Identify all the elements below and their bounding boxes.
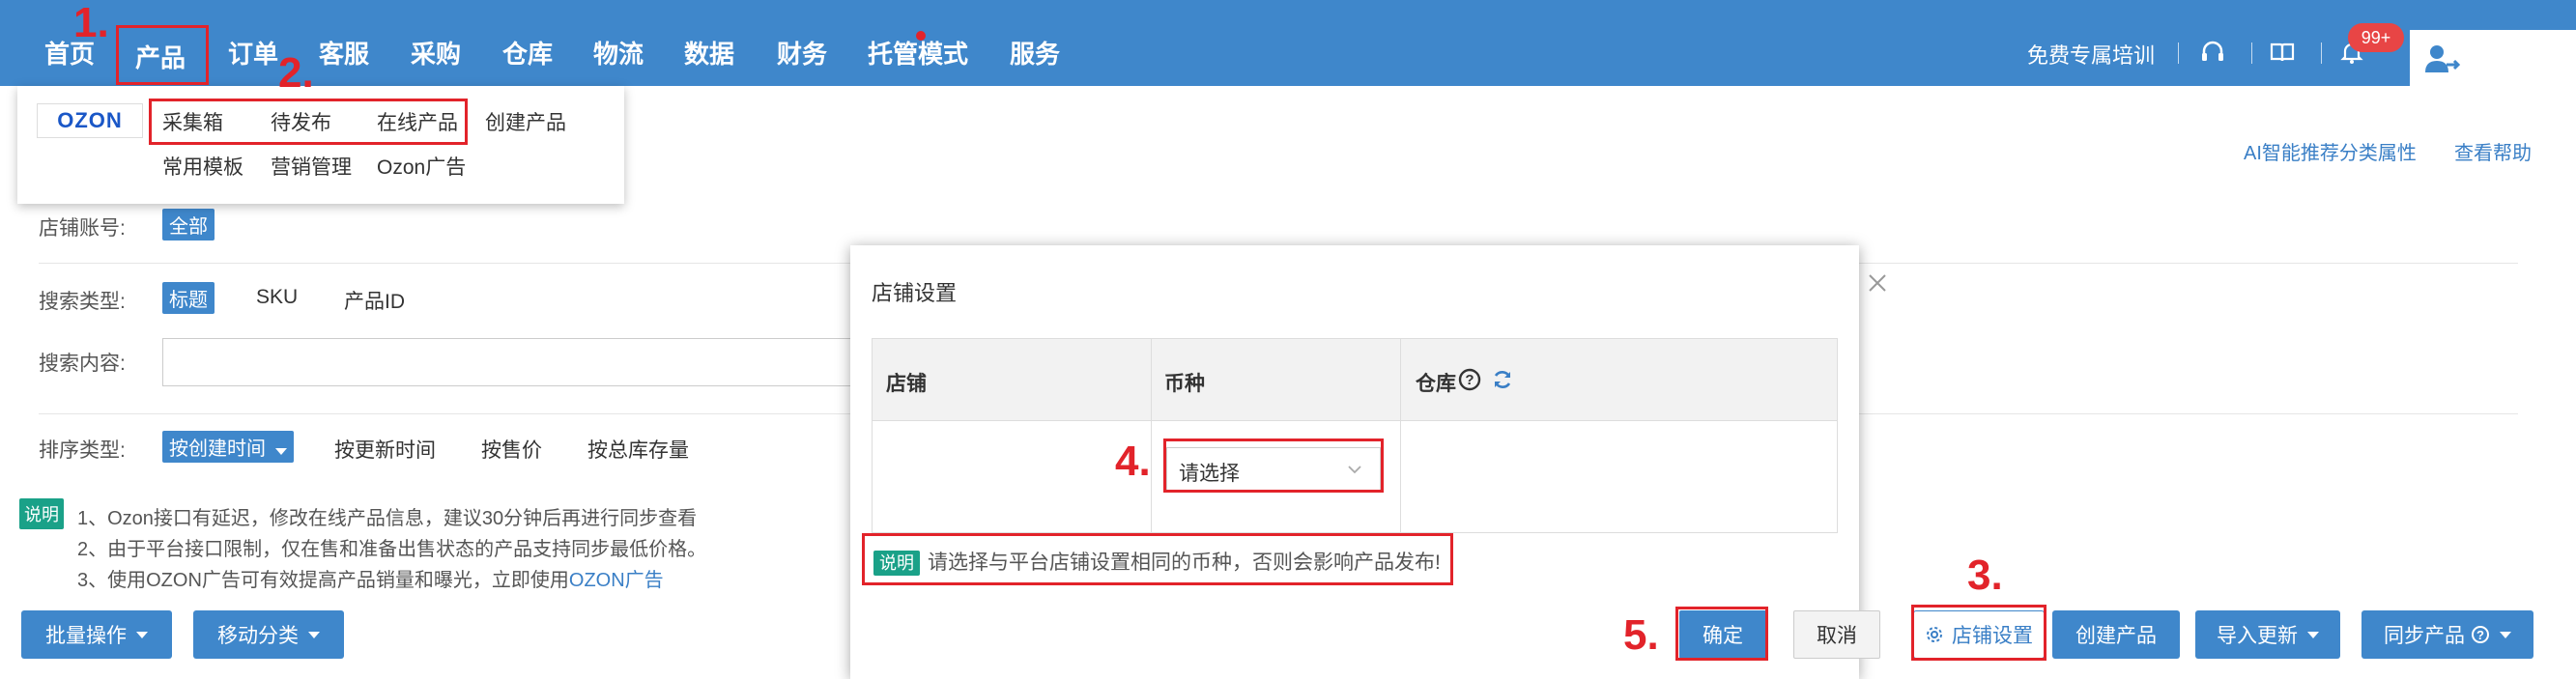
sort-by-updated[interactable]: 按更新时间 bbox=[334, 435, 436, 464]
search-type-sku[interactable]: SKU bbox=[256, 286, 298, 309]
notification-badge: 99+ bbox=[2348, 23, 2404, 52]
import-update-label: 导入更新 bbox=[2217, 625, 2298, 647]
column-currency: 币种 bbox=[1164, 373, 1205, 395]
search-content-label: 搜索内容: bbox=[39, 353, 126, 375]
search-type-product-id[interactable]: 产品ID bbox=[344, 286, 405, 315]
step-2-label: 2. bbox=[278, 49, 314, 97]
divider bbox=[2178, 42, 2179, 64]
note-line-3: 3、使用OZON广告可有效提高产品销量和曝光，立即使用OZON广告 bbox=[77, 564, 664, 592]
annotation-box-note bbox=[862, 533, 1453, 585]
top-nav-bar: 首页 产品 订单 客服 采购 仓库 物流 数据 财务 托管模式 服务 免费专属培… bbox=[0, 0, 2576, 86]
menu-marketing[interactable]: 营销管理 bbox=[271, 152, 352, 181]
search-type-title[interactable]: 标题 bbox=[162, 282, 215, 314]
column-warehouse: 仓库 bbox=[1416, 373, 1456, 395]
chevron-down-icon bbox=[274, 448, 287, 455]
annotation-box-products bbox=[116, 25, 209, 85]
search-input[interactable] bbox=[162, 338, 926, 386]
chevron-down-icon bbox=[308, 631, 320, 638]
sort-by-stock[interactable]: 按总库存量 bbox=[587, 435, 689, 464]
create-product-button[interactable]: 创建产品 bbox=[2052, 610, 2180, 659]
step-1-label: 1. bbox=[73, 0, 109, 46]
import-update-button[interactable]: 导入更新 bbox=[2195, 610, 2340, 659]
help-circle-icon[interactable]: ? bbox=[1458, 368, 1481, 391]
ai-recommend-link[interactable]: AI智能推荐分类属性 bbox=[2244, 137, 2417, 165]
sort-type-label: 排序类型: bbox=[39, 439, 126, 462]
book-icon[interactable] bbox=[2269, 39, 2296, 66]
note-line-1: 1、Ozon接口有延迟，修改在线产品信息，建议30分钟后再进行同步查看 bbox=[77, 508, 698, 529]
chevron-down-icon bbox=[136, 631, 148, 638]
note-line-2: 2、由于平台接口限制，仅在售和准备出售状态的产品支持同步最低价格。 bbox=[77, 539, 707, 560]
batch-operation-button[interactable]: 批量操作 bbox=[21, 610, 172, 659]
search-type-label: 搜索类型: bbox=[39, 291, 126, 313]
free-training-link[interactable]: 免费专属培训 bbox=[2027, 39, 2155, 70]
step-4-label: 4. bbox=[1115, 438, 1151, 485]
help-link[interactable]: 查看帮助 bbox=[2454, 137, 2532, 165]
nav-services[interactable]: 服务 bbox=[1010, 35, 1060, 71]
nav-logistics[interactable]: 物流 bbox=[593, 35, 644, 71]
step-5-label: 5. bbox=[1623, 611, 1659, 659]
store-account-label: 店铺账号: bbox=[39, 217, 126, 240]
nav-purchasing[interactable]: 采购 bbox=[411, 35, 461, 71]
sync-product-button[interactable]: 同步产品 ? bbox=[2361, 610, 2533, 659]
annotation-box-store-settings bbox=[1911, 605, 2046, 661]
note-line-3-text: 3、使用OZON广告可有效提高产品销量和曝光，立即使用 bbox=[77, 570, 569, 591]
chevron-down-icon bbox=[2500, 631, 2511, 638]
annotation-box-currency bbox=[1163, 439, 1384, 493]
batch-operation-label: 批量操作 bbox=[45, 625, 127, 647]
modal-title: 店铺设置 bbox=[872, 281, 958, 305]
move-category-label: 移动分类 bbox=[217, 625, 299, 647]
chevron-down-icon bbox=[2307, 631, 2319, 638]
ozon-ads-link[interactable]: OZON广告 bbox=[569, 570, 664, 591]
nav-finance[interactable]: 财务 bbox=[777, 35, 827, 71]
divider bbox=[2251, 42, 2252, 64]
store-all-tag[interactable]: 全部 bbox=[162, 209, 215, 240]
column-divider bbox=[1400, 339, 1401, 532]
new-indicator-dot bbox=[916, 31, 926, 41]
user-icon bbox=[2425, 45, 2461, 72]
column-store: 店铺 bbox=[886, 373, 927, 395]
user-menu[interactable] bbox=[2410, 30, 2576, 86]
menu-ozon-ads[interactable]: Ozon广告 bbox=[377, 152, 466, 181]
annotation-box-confirm bbox=[1675, 607, 1768, 661]
nav-orders[interactable]: 订单 bbox=[228, 35, 278, 71]
note-tag: 说明 bbox=[19, 498, 64, 529]
nav-data[interactable]: 数据 bbox=[684, 35, 734, 71]
store-settings-table: 店铺 币种 仓库 ? 请选择 bbox=[872, 338, 1838, 533]
help-circle-icon: ? bbox=[2472, 626, 2489, 643]
cancel-button[interactable]: 取消 bbox=[1793, 610, 1880, 659]
nav-warehouse[interactable]: 仓库 bbox=[502, 35, 553, 71]
svg-text:?: ? bbox=[1465, 372, 1474, 388]
divider bbox=[2321, 42, 2322, 64]
ozon-logo: OZON bbox=[37, 103, 143, 138]
sync-product-label: 同步产品 bbox=[2384, 625, 2465, 647]
annotation-box-online-products bbox=[149, 99, 468, 145]
table-header bbox=[873, 339, 1837, 421]
refresh-icon[interactable] bbox=[1491, 368, 1514, 391]
step-3-label: 3. bbox=[1967, 552, 2003, 599]
column-divider bbox=[1151, 339, 1152, 532]
menu-templates[interactable]: 常用模板 bbox=[162, 152, 243, 181]
move-category-button[interactable]: 移动分类 bbox=[193, 610, 344, 659]
menu-create-product[interactable]: 创建产品 bbox=[485, 107, 566, 136]
nav-customer-service[interactable]: 客服 bbox=[319, 35, 369, 71]
svg-text:?: ? bbox=[2476, 628, 2484, 642]
close-icon[interactable] bbox=[1867, 272, 1888, 294]
sort-by-created-label: 按创建时间 bbox=[169, 439, 266, 460]
sort-by-created[interactable]: 按创建时间 bbox=[162, 431, 294, 463]
create-product-label: 创建产品 bbox=[2075, 625, 2157, 647]
sort-by-price[interactable]: 按售价 bbox=[481, 435, 542, 464]
headset-icon[interactable] bbox=[2199, 39, 2226, 66]
